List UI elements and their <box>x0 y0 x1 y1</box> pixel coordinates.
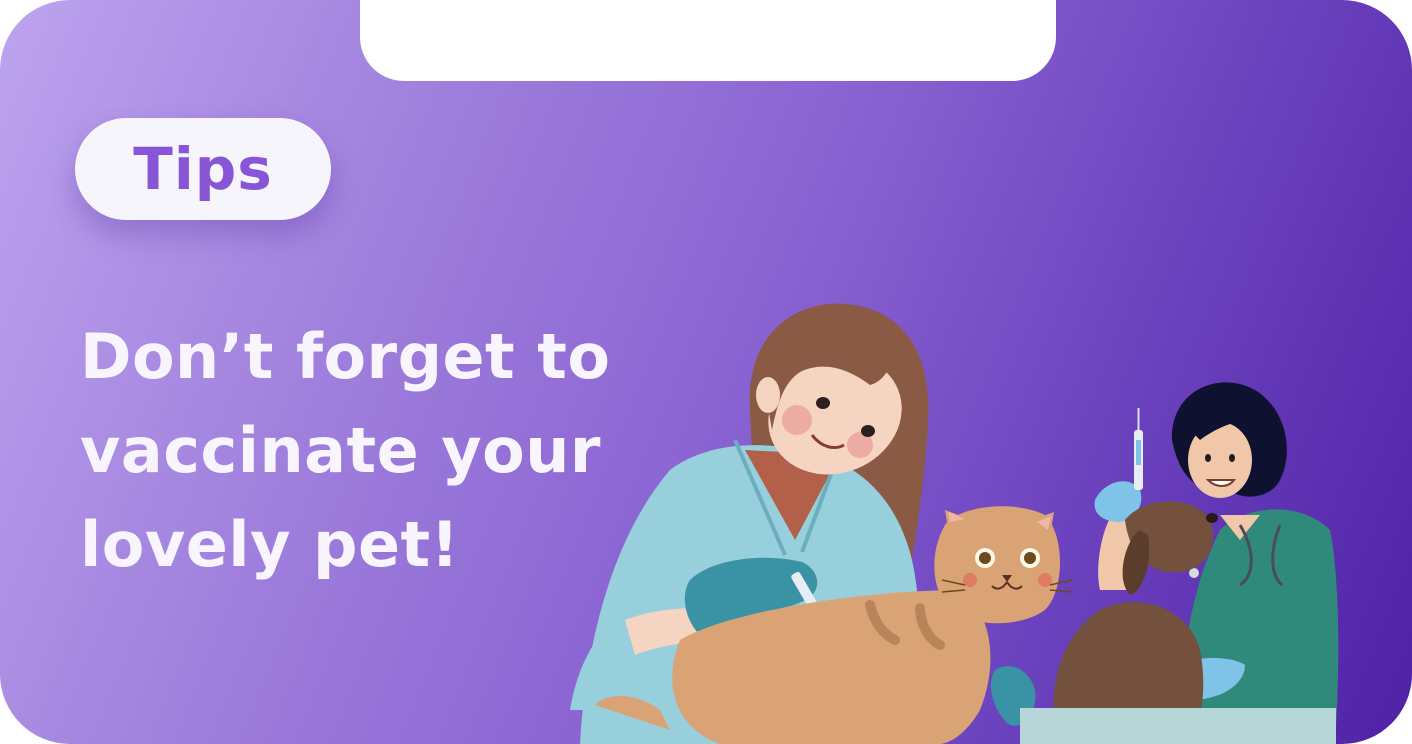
tips-badge: Tips <box>75 118 331 220</box>
vet-vaccination-illustration <box>570 303 1339 744</box>
exam-table <box>1020 708 1336 744</box>
tips-banner: Tips Don’t forget to vaccinate your love… <box>0 0 1412 744</box>
tips-badge-label: Tips <box>133 135 273 203</box>
top-notch-cutout <box>360 0 1056 81</box>
